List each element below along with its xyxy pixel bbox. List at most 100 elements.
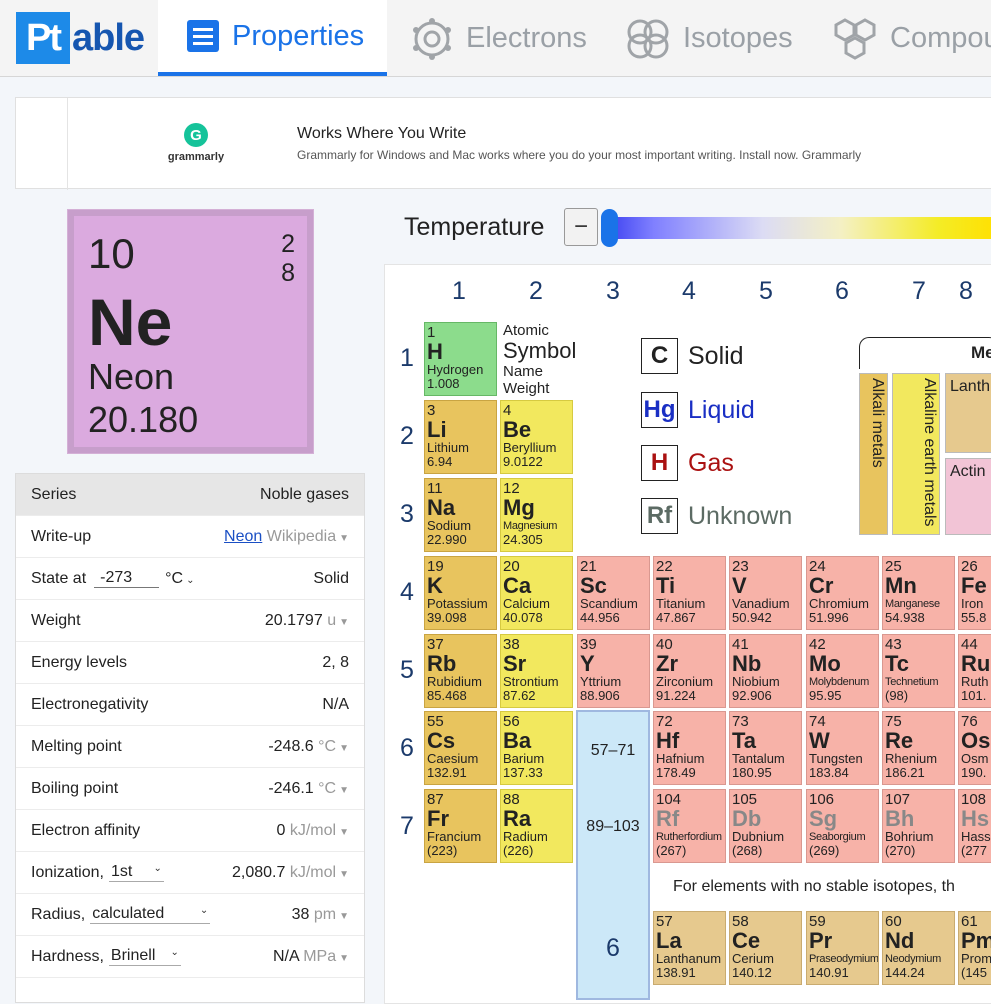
series-alkali-metals[interactable]: Alkali metals — [859, 373, 888, 535]
ad-title[interactable]: Works Where You Write — [297, 125, 466, 143]
element-cell[interactable]: 74 W Tungsten 183.84 — [806, 711, 879, 785]
element-cell[interactable]: 72 Hf Hafnium 178.49 — [653, 711, 726, 785]
unit-select[interactable]: kJ/mol — [290, 864, 336, 881]
element-cell[interactable]: 59 Pr Praseodymium 140.91 — [806, 911, 879, 985]
legend-unknown[interactable]: Rf Unknown — [641, 498, 792, 534]
element-cell[interactable]: 12 Mg Magnesium 24.305 — [500, 478, 573, 552]
tab-compounds[interactable]: Compou — [832, 0, 991, 76]
legend-gas[interactable]: H Gas — [641, 445, 734, 481]
element-cell[interactable]: 1 H Hydrogen 1.008 — [424, 322, 497, 396]
radius-select[interactable]: calculated ⌄ — [90, 905, 211, 924]
element-cell[interactable]: 57 La Lanthanum 138.91 — [653, 911, 726, 985]
element-cell[interactable]: 37 Rb Rubidium 85.468 — [424, 634, 497, 708]
element-cell[interactable]: 56 Ba Barium 137.33 — [500, 711, 573, 785]
ptable-logo[interactable]: Pt able — [16, 12, 145, 64]
properties-icon — [187, 20, 219, 52]
unit-select[interactable]: kJ/mol — [290, 822, 336, 839]
unit-select[interactable]: °C — [318, 780, 336, 797]
element-cell[interactable]: 107 Bh Bohrium (270) — [882, 789, 955, 863]
hardness-select[interactable]: Brinell ⌄ — [108, 947, 181, 966]
element-cell[interactable]: 42 Mo Molybdenum 95.95 — [806, 634, 879, 708]
element-cell[interactable]: 43 Tc Technetium (98) — [882, 634, 955, 708]
temperature-slider-track[interactable] — [607, 217, 991, 239]
element-cell[interactable]: 25 Mn Manganese 54.938 — [882, 556, 955, 630]
element-cell[interactable]: 88 Ra Radium (226) — [500, 789, 573, 863]
element-symbol: Hf — [656, 728, 680, 753]
element-cell[interactable]: 38 Sr Strontium 87.62 — [500, 634, 573, 708]
group-number[interactable]: 7 — [884, 277, 954, 306]
element-cell[interactable]: 24 Cr Chromium 51.996 — [806, 556, 879, 630]
unit-select[interactable]: MPa — [303, 948, 336, 965]
element-cell[interactable]: 41 Nb Niobium 92.906 — [729, 634, 802, 708]
chevron-down-icon[interactable]: ▼ — [339, 533, 349, 544]
group-number[interactable]: 5 — [731, 277, 801, 306]
element-cell[interactable]: 4 Be Beryllium 9.0122 — [500, 400, 573, 474]
element-cell[interactable]: 55 Cs Caesium 132.91 — [424, 711, 497, 785]
element-cell[interactable]: 75 Re Rhenium 186.21 — [882, 711, 955, 785]
chevron-down-icon[interactable]: ▼ — [339, 953, 349, 964]
lanthanide-range: 57–71 — [590, 742, 636, 759]
period-number[interactable]: 2 — [395, 422, 419, 451]
unit-select[interactable]: u — [327, 612, 336, 629]
series-alkaline-earth-metals[interactable]: Alkaline earth metals — [892, 373, 940, 535]
group-number[interactable]: 6 — [807, 277, 877, 306]
element-cell[interactable]: 19 K Potassium 39.098 — [424, 556, 497, 630]
element-cell[interactable]: 11 Na Sodium 22.990 — [424, 478, 497, 552]
group-number[interactable]: 2 — [501, 277, 571, 306]
legend-liquid[interactable]: Hg Liquid — [641, 392, 755, 428]
element-cell[interactable]: 23 V Vanadium 50.942 — [729, 556, 802, 630]
element-cell[interactable]: 76 Os Osm 190. — [958, 711, 991, 785]
period-number[interactable]: 4 — [395, 578, 419, 607]
element-cell[interactable]: 61PmProm(145 — [958, 911, 991, 985]
ad-banner[interactable]: G grammarly Works Where You Write Gramma… — [15, 97, 991, 190]
legend-solid[interactable]: C Solid — [641, 338, 744, 374]
writeup-link[interactable]: Neon — [224, 528, 262, 545]
tab-properties[interactable]: Properties — [158, 0, 387, 76]
period-number[interactable]: 6 — [395, 734, 419, 763]
period-number[interactable]: 3 — [395, 500, 419, 529]
chevron-down-icon[interactable]: ▼ — [339, 869, 349, 880]
element-cell[interactable]: 3 Li Lithium 6.94 — [424, 400, 497, 474]
chevron-down-icon[interactable]: ▼ — [339, 785, 349, 796]
unit-select[interactable]: pm — [314, 906, 336, 923]
element-cell[interactable]: 108 Hs Hass (277 — [958, 789, 991, 863]
tab-isotopes[interactable]: Isotopes — [625, 0, 793, 76]
chevron-down-icon[interactable]: ▼ — [339, 743, 349, 754]
element-cell[interactable]: 44 Ru Ruth 101. — [958, 634, 991, 708]
element-weight: 40.078 — [503, 610, 543, 625]
chevron-down-icon[interactable]: ▼ — [339, 617, 349, 628]
period-number[interactable]: 7 — [395, 812, 419, 841]
element-cell[interactable]: 73 Ta Tantalum 180.95 — [729, 711, 802, 785]
temperature-slider-handle[interactable] — [601, 209, 618, 247]
element-cell[interactable]: 60 Nd Neodymium 144.24 — [882, 911, 955, 985]
group-number[interactable]: 3 — [578, 277, 648, 306]
group-number[interactable]: 4 — [654, 277, 724, 306]
element-cell[interactable]: 104 Rf Rutherfordium (267) — [653, 789, 726, 863]
element-cell[interactable]: 39 Y Yttrium 88.906 — [577, 634, 650, 708]
temperature-decrease-button[interactable]: − — [564, 208, 598, 246]
period-number[interactable]: 5 — [395, 656, 419, 685]
element-cell[interactable]: 87 Fr Francium (223) — [424, 789, 497, 863]
element-cell[interactable]: 40 Zr Zirconium 91.224 — [653, 634, 726, 708]
state-temp-input[interactable]: -273 — [94, 569, 160, 588]
element-cell[interactable]: 105 Db Dubnium (268) — [729, 789, 802, 863]
chevron-down-icon[interactable]: ▼ — [339, 911, 349, 922]
writeup-source-select[interactable]: Wikipedia — [267, 528, 336, 545]
state-unit-select[interactable]: °C ⌄ — [165, 570, 194, 588]
period-number[interactable]: 1 — [395, 344, 419, 373]
ionization-select[interactable]: 1st ⌄ — [108, 863, 164, 882]
group-number[interactable]: 1 — [424, 277, 494, 306]
element-cell[interactable]: 106 Sg Seaborgium (269) — [806, 789, 879, 863]
group-number[interactable]: 8 — [951, 277, 991, 306]
element-cell[interactable]: 21 Sc Scandium 44.956 — [577, 556, 650, 630]
element-cell[interactable]: 20 Ca Calcium 40.078 — [500, 556, 573, 630]
element-cell[interactable]: 58 Ce Cerium 140.12 — [729, 911, 802, 985]
element-cell[interactable]: 26 Fe Iron 55.8 — [958, 556, 991, 630]
tab-electrons[interactable]: Electrons — [410, 0, 587, 76]
element-cell[interactable]: 22 Ti Titanium 47.867 — [653, 556, 726, 630]
chevron-down-icon[interactable]: ▼ — [339, 827, 349, 838]
f-block-placeholder[interactable]: 57–71 89–103 6 — [576, 710, 650, 1000]
unit-select[interactable]: °C — [318, 738, 336, 755]
series-actinides[interactable]: Actin — [945, 458, 991, 535]
series-lanthanides[interactable]: Lanth — [945, 373, 991, 453]
